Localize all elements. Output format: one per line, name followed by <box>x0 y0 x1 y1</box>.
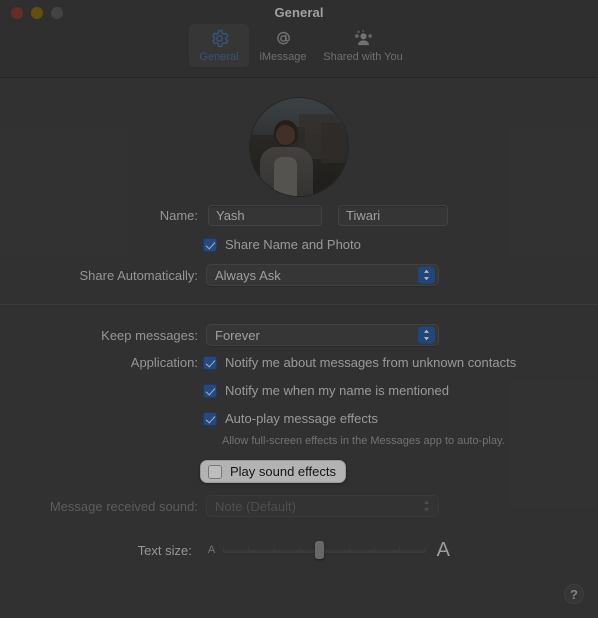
checkbox-box <box>203 383 217 398</box>
share-automatically-select[interactable]: Always Ask <box>206 264 439 286</box>
notify-unknown-contacts-label: Notify me about messages from unknown co… <box>225 355 517 370</box>
message-received-sound-label: Message received sound: <box>49 498 198 514</box>
tab-general-label: General <box>199 51 239 63</box>
text-size-large-glyph: A <box>436 539 450 561</box>
auto-play-effects-checkbox[interactable]: Auto-play message effects <box>203 411 378 426</box>
keep-messages-value: Forever <box>215 327 260 343</box>
at-icon <box>273 27 294 49</box>
tab-shared-with-you[interactable]: Shared with You <box>317 24 409 67</box>
application-row-1: Application: Notify me about messages fr… <box>0 355 516 370</box>
notify-name-mentioned-label: Notify me when my name is mentioned <box>225 383 449 398</box>
help-button[interactable]: ? <box>564 584 584 604</box>
last-name-input[interactable] <box>338 205 448 226</box>
play-sound-effects-checkbox[interactable]: Play sound effects <box>200 460 346 483</box>
message-received-sound-select[interactable]: Note (Default) <box>206 495 439 517</box>
avatar-overlay <box>250 98 348 196</box>
auto-play-hint: Allow full-screen effects in the Message… <box>222 435 505 447</box>
window-titlebar: General General iMessage Shared with You <box>0 0 598 78</box>
share-name-photo-checkbox[interactable]: Share Name and Photo <box>203 237 361 252</box>
application-label: Application: <box>130 355 198 370</box>
section-divider <box>0 304 598 305</box>
text-size-row: Text size: A A <box>0 540 450 560</box>
gear-icon <box>209 27 230 49</box>
auto-play-effects-label: Auto-play message effects <box>225 411 378 426</box>
application-row-3: Auto-play message effects <box>203 411 378 426</box>
checkbox-box <box>208 464 222 479</box>
checkbox-box <box>203 355 217 370</box>
chevron-updown-icon <box>418 498 435 515</box>
message-received-sound-value: Note (Default) <box>215 498 296 514</box>
preferences-toolbar: General iMessage Shared with You <box>0 24 598 67</box>
text-size-label: Text size: <box>137 542 192 558</box>
keep-messages-label: Keep messages: <box>101 327 198 343</box>
avatar-container <box>0 98 598 196</box>
chevron-updown-icon <box>418 326 435 344</box>
share-automatically-row: Share Automatically: Always Ask <box>0 264 450 286</box>
text-size-small-glyph: A <box>207 543 216 556</box>
avatar[interactable] <box>250 98 348 196</box>
tab-shared-with-you-label: Shared with You <box>323 51 403 63</box>
chevron-updown-icon <box>418 266 435 284</box>
name-row: Name: <box>0 205 470 226</box>
tab-imessage-label: iMessage <box>259 51 307 63</box>
slider-knob[interactable] <box>315 541 325 559</box>
share-automatically-label: Share Automatically: <box>79 267 198 283</box>
tab-general[interactable]: General <box>189 24 249 67</box>
settings-window: General General iMessage Shared with You… <box>0 0 598 618</box>
share-automatically-value: Always Ask <box>215 267 281 283</box>
text-size-slider[interactable] <box>223 541 426 559</box>
first-name-input[interactable] <box>208 205 322 226</box>
application-row-2: Notify me when my name is mentioned <box>203 383 449 398</box>
checkbox-box <box>203 411 217 426</box>
notify-unknown-contacts-checkbox[interactable]: Notify me about messages from unknown co… <box>203 355 516 370</box>
settings-content: Name: Share Name and Photo Share Automat… <box>0 78 598 618</box>
people-icon <box>352 27 375 49</box>
keep-messages-row: Keep messages: Forever <box>0 324 450 346</box>
notify-name-mentioned-checkbox[interactable]: Notify me when my name is mentioned <box>203 383 449 398</box>
keep-messages-select[interactable]: Forever <box>206 324 439 346</box>
tab-imessage[interactable]: iMessage <box>253 24 313 67</box>
share-name-photo-row: Share Name and Photo <box>0 237 361 252</box>
share-name-photo-label: Share Name and Photo <box>225 237 361 252</box>
message-received-sound-row: Message received sound: Note (Default) <box>0 495 450 517</box>
name-label: Name: <box>159 208 198 223</box>
play-sound-effects-label: Play sound effects <box>230 464 336 479</box>
checkbox-box <box>203 237 217 252</box>
window-title: General <box>274 5 324 20</box>
